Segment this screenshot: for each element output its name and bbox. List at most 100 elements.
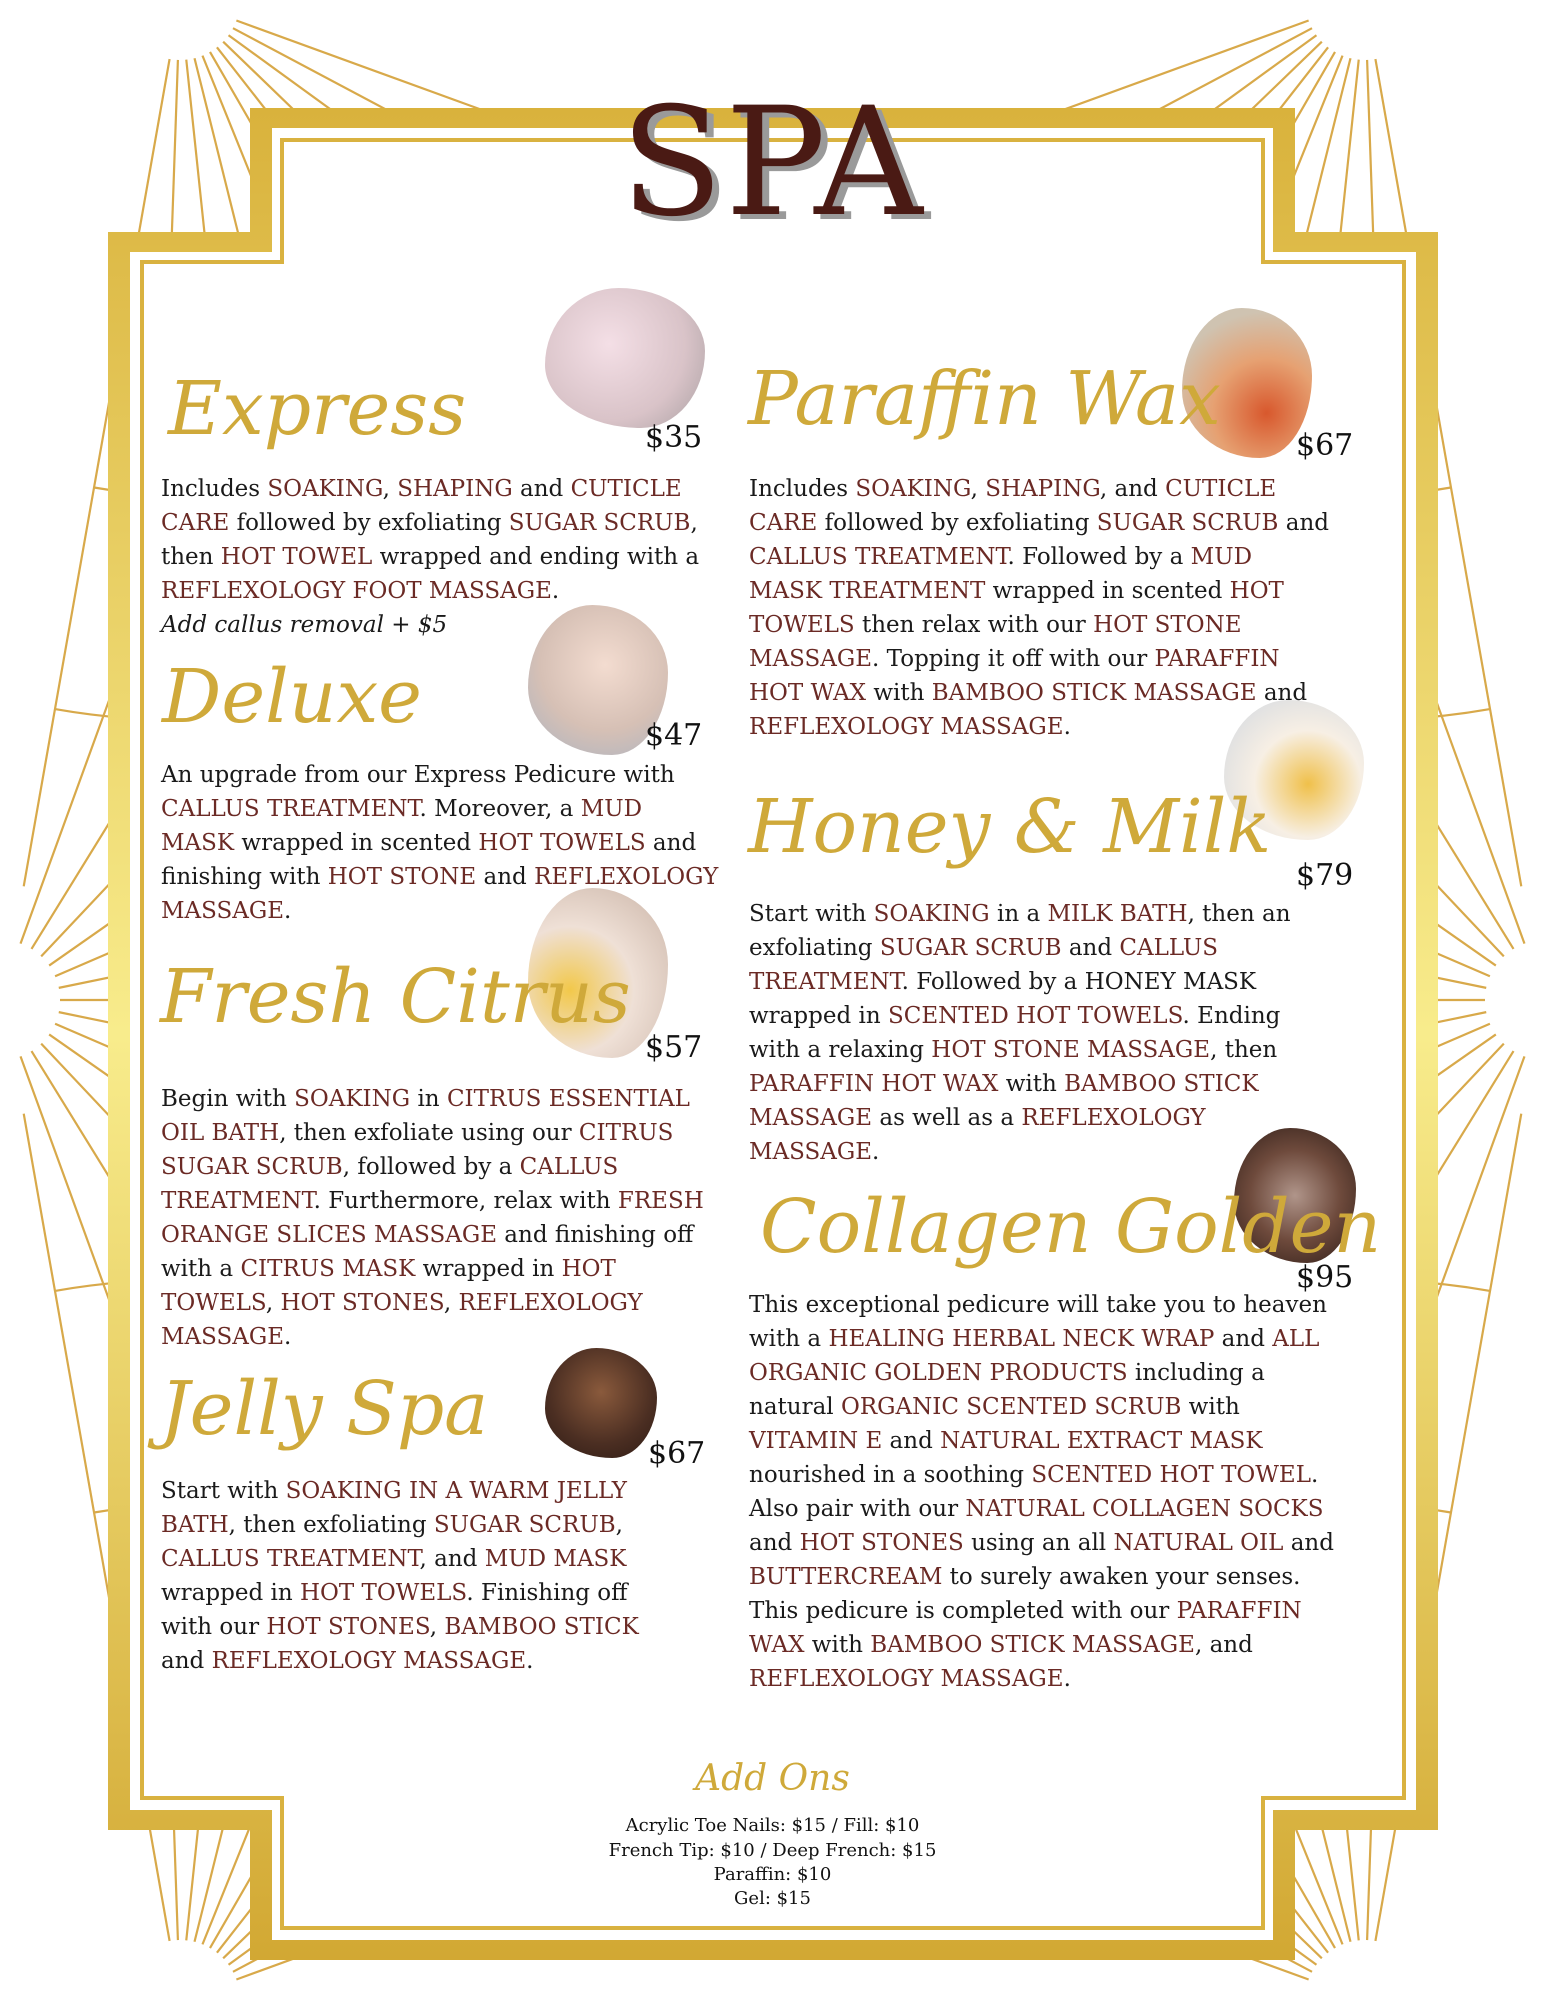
- description-text: .: [551, 578, 560, 604]
- description-text: .: [526, 1648, 534, 1674]
- description-text: An upgrade from our Express Pedicure wit…: [161, 762, 675, 788]
- highlight-term: SUGAR SCRUB: [879, 935, 1062, 961]
- description-text: . Moreover, a: [419, 796, 581, 822]
- highlight-term: SOAKING: [294, 1086, 411, 1112]
- description-text: nourished in a soothing: [749, 1462, 1032, 1488]
- description-text: with: [866, 680, 932, 706]
- service-name-fresh-citrus: Fresh Citrus: [160, 954, 631, 1040]
- service-description-deluxe: An upgrade from our Express Pedicure wit…: [161, 758, 721, 928]
- service-description-express: Includes SOAKING, SHAPING and CUTICLE CA…: [161, 472, 731, 608]
- description-text: wrapped in: [415, 1256, 562, 1282]
- addon-item: Acrylic Toe Nails: $15 / Fill: $10: [625, 1815, 920, 1836]
- highlight-term: BUTTERCREAM: [749, 1564, 943, 1590]
- highlight-term: NATURAL EXTRACT MASK: [940, 1428, 1263, 1454]
- addon-item: French Tip: $10 / Deep French: $15: [608, 1840, 937, 1861]
- service-name-collagen-golden: Collagen Golden: [760, 1184, 1382, 1270]
- description-text: in a: [989, 901, 1048, 927]
- description-text: and: [1061, 935, 1120, 961]
- description-text: and: [1278, 510, 1330, 536]
- highlight-term: HOT STONE: [327, 864, 477, 890]
- highlight-term: REFLEXOLOGY MASSAGE: [749, 1666, 1064, 1692]
- description-text: ,: [970, 476, 986, 502]
- description-text: , and: [1099, 476, 1166, 502]
- highlight-term: HOT STONES: [266, 1614, 430, 1640]
- service-price-paraffin-wax: $67: [1296, 428, 1354, 463]
- highlight-term: CITRUS MASK: [240, 1256, 416, 1282]
- description-text: and: [1214, 1326, 1273, 1352]
- description-text: .: [284, 1324, 292, 1350]
- description-text: then relax with our: [854, 612, 1094, 638]
- description-text: .: [284, 898, 292, 924]
- highlight-term: HOT TOWEL: [220, 544, 373, 570]
- highlight-term: SCENTED HOT TOWELS: [887, 1003, 1183, 1029]
- description-text: with: [804, 1632, 871, 1658]
- highlight-term: SUGAR SCRUB: [508, 510, 691, 536]
- description-text: . Followed by a: [1007, 544, 1191, 570]
- description-text: .: [1063, 1666, 1071, 1692]
- highlight-term: SOAKING: [267, 476, 383, 502]
- description-text: followed by exfoliating: [229, 510, 509, 536]
- service-name-honey-milk: Honey & Milk: [748, 784, 1272, 870]
- description-text: , then: [1210, 1037, 1278, 1063]
- highlight-term: REFLEXOLOGY FOOT MASSAGE: [161, 578, 552, 604]
- description-text: with: [998, 1071, 1065, 1097]
- service-price-fresh-citrus: $57: [645, 1030, 703, 1065]
- description-text: Begin with: [161, 1086, 295, 1112]
- description-text: , and: [1194, 1632, 1253, 1658]
- description-text: . Furthermore, relax with: [313, 1188, 618, 1214]
- description-text: Start with: [161, 1478, 286, 1504]
- highlight-term: CALLUS TREATMENT: [161, 1546, 420, 1572]
- description-text: , then exfoliating: [228, 1512, 434, 1538]
- highlight-term: REFLEXOLOGY MASSAGE: [211, 1648, 527, 1674]
- description-text: .: [1063, 714, 1071, 740]
- description-text: using an all: [963, 1530, 1114, 1556]
- service-description-paraffin-wax: Includes SOAKING, SHAPING, and CUTICLE C…: [749, 472, 1329, 744]
- description-text: and: [161, 1648, 212, 1674]
- service-name-paraffin-wax: Paraffin Wax: [748, 356, 1221, 442]
- description-text: wrapped and ending with a: [372, 544, 700, 570]
- service-note-express: Add callus removal + $5: [161, 612, 448, 638]
- description-text: wrapped in scented: [234, 830, 479, 856]
- service-name-jelly-spa: Jelly Spa: [160, 1366, 489, 1452]
- description-text: Includes: [749, 476, 856, 502]
- service-price-honey-milk: $79: [1296, 858, 1354, 893]
- description-text: in: [410, 1086, 447, 1112]
- highlight-term: BAMBOO STICK MASSAGE: [870, 1632, 1195, 1658]
- jelly-spa-photo: [545, 1348, 657, 1458]
- service-name-deluxe: Deluxe: [162, 654, 422, 740]
- highlight-term: SHAPING: [397, 476, 513, 502]
- highlight-term: HOT STONE MASSAGE: [931, 1037, 1211, 1063]
- highlight-term: NATURAL OIL: [1113, 1530, 1284, 1556]
- highlight-term: SOAKING: [855, 476, 971, 502]
- highlight-term: HOT TOWELS: [299, 1580, 467, 1606]
- highlight-term: CALLUS TREATMENT: [161, 796, 420, 822]
- highlight-term: HOT STONES: [280, 1290, 444, 1316]
- highlight-term: BAMBOO STICK MASSAGE: [931, 680, 1257, 706]
- description-text: and: [512, 476, 571, 502]
- highlight-term: HEALING HERBAL NECK WRAP: [828, 1326, 1215, 1352]
- description-text: wrapped in scented: [985, 578, 1230, 604]
- addon-item: Paraffin: $10: [713, 1864, 832, 1885]
- description-text: and: [882, 1428, 941, 1454]
- description-text: and: [749, 1530, 800, 1556]
- description-text: . Topping it off with our: [872, 646, 1155, 672]
- description-text: with: [1181, 1394, 1240, 1420]
- description-text: as well as a: [872, 1105, 1022, 1131]
- description-text: and: [1283, 1530, 1334, 1556]
- page-title: SPA: [620, 76, 925, 250]
- description-text: , and: [419, 1546, 485, 1572]
- highlight-term: HOT STONES: [799, 1530, 964, 1556]
- addons-title: Add Ons: [695, 1758, 850, 1799]
- description-text: ,: [265, 1290, 281, 1316]
- highlight-term: SUGAR SCRUB: [1096, 510, 1279, 536]
- description-text: .: [872, 1139, 880, 1165]
- description-text: , then exfoliate using our: [279, 1120, 579, 1146]
- service-price-express: $35: [645, 420, 703, 455]
- highlight-term: REFLEXOLOGY MASSAGE: [749, 714, 1064, 740]
- highlight-term: BAMBOO STICK: [444, 1614, 639, 1640]
- description-text: ,: [429, 1614, 445, 1640]
- description-text: ,: [615, 1512, 623, 1538]
- highlight-term: VITAMIN E: [749, 1428, 883, 1454]
- highlight-term: ORGANIC SCENTED SCRUB: [840, 1394, 1182, 1420]
- description-text: Includes: [161, 476, 268, 502]
